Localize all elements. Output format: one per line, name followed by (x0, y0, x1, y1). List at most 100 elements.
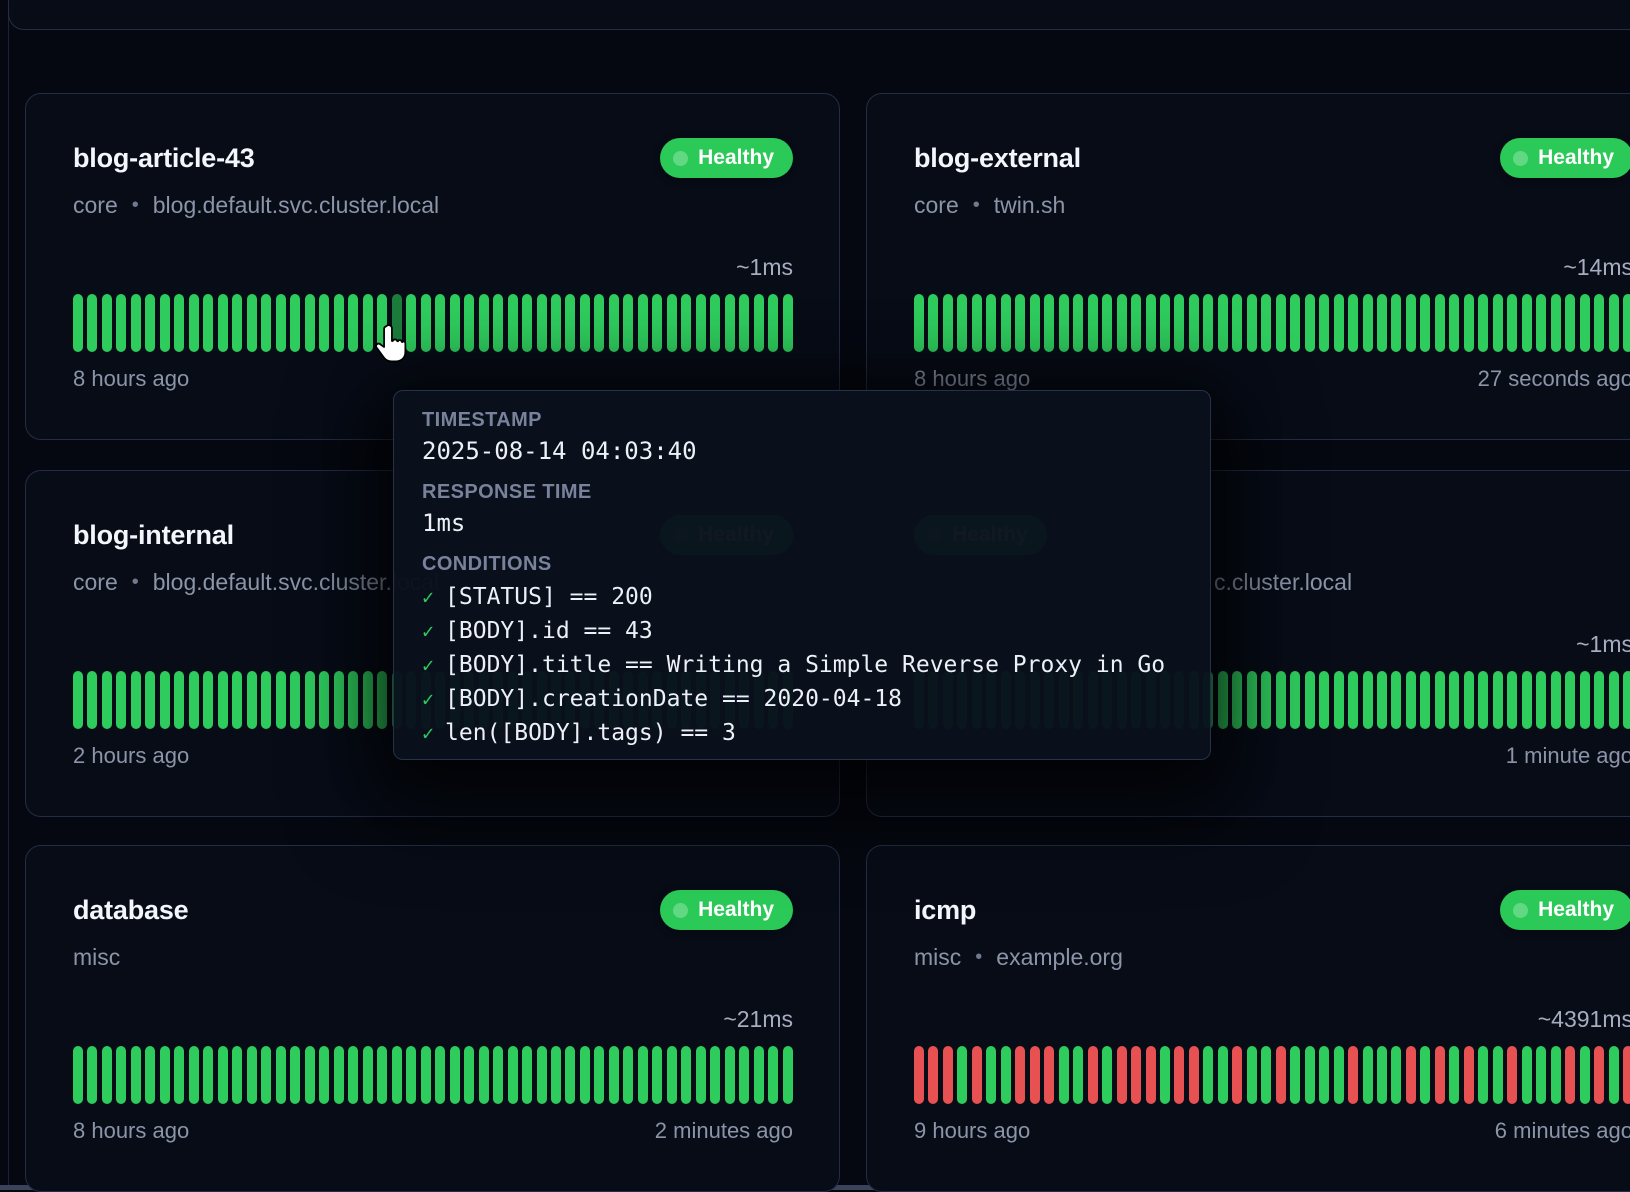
uptime-bar-success[interactable] (1609, 1046, 1619, 1104)
uptime-bar-success[interactable] (232, 1046, 242, 1104)
uptime-bar-success[interactable] (189, 671, 199, 729)
uptime-bar-success[interactable] (1247, 294, 1257, 352)
uptime-bar-success[interactable] (594, 294, 604, 352)
uptime-bar-success[interactable] (247, 294, 257, 352)
uptime-bar-success[interactable] (1377, 671, 1387, 729)
uptime-bar-success[interactable] (203, 294, 213, 352)
uptime-bar-success[interactable] (261, 294, 271, 352)
uptime-bar-success[interactable] (1580, 1046, 1590, 1104)
uptime-bar-success[interactable] (348, 1046, 358, 1104)
uptime-bar-success[interactable] (493, 294, 503, 352)
uptime-bar-success[interactable] (1478, 294, 1488, 352)
uptime-bar-success[interactable] (1551, 1046, 1561, 1104)
uptime-bar-success[interactable] (783, 1046, 793, 1104)
uptime-bar-success[interactable] (218, 294, 228, 352)
uptime-bar-failure[interactable] (1131, 1046, 1141, 1104)
uptime-bar-success[interactable] (290, 671, 300, 729)
uptime-bar-failure[interactable] (1406, 1046, 1416, 1104)
uptime-bar-success[interactable] (276, 671, 286, 729)
uptime-bar-success[interactable] (638, 1046, 648, 1104)
uptime-bar-success[interactable] (435, 294, 445, 352)
uptime-bar-failure[interactable] (1088, 1046, 1098, 1104)
uptime-bar-success[interactable] (1377, 1046, 1387, 1104)
uptime-bar-success[interactable] (1580, 294, 1590, 352)
uptime-bar-success[interactable] (537, 294, 547, 352)
uptime-bar-success[interactable] (232, 294, 242, 352)
uptime-bar-success[interactable] (667, 294, 677, 352)
uptime-bar-success[interactable] (623, 294, 633, 352)
uptime-bar-success[interactable] (928, 294, 938, 352)
endpoint-card[interactable]: database Healthy misc • ~21ms 8 hours ag… (25, 845, 840, 1192)
uptime-bar-success[interactable] (493, 1046, 503, 1104)
uptime-bar-failure[interactable] (1189, 1046, 1199, 1104)
uptime-bar-success[interactable] (522, 294, 532, 352)
uptime-bar-success[interactable] (972, 294, 982, 352)
uptime-bar-success[interactable] (1030, 294, 1040, 352)
uptime-bar-success[interactable] (276, 1046, 286, 1104)
uptime-bar-success[interactable] (1522, 671, 1532, 729)
uptime-bar-success[interactable] (1290, 294, 1300, 352)
uptime-bar-success[interactable] (87, 671, 97, 729)
uptime-bar-success[interactable] (319, 671, 329, 729)
uptime-bar-success[interactable] (116, 294, 126, 352)
uptime-bar-success[interactable] (1594, 294, 1604, 352)
uptime-bar-success[interactable] (305, 671, 315, 729)
uptime-bar-success[interactable] (754, 1046, 764, 1104)
uptime-bar-success[interactable] (1565, 294, 1575, 352)
uptime-bar-success[interactable] (1478, 1046, 1488, 1104)
uptime-bar-success[interactable] (1464, 294, 1474, 352)
uptime-bar-success[interactable] (1609, 671, 1619, 729)
uptime-bar-success[interactable] (696, 294, 706, 352)
uptime-bar-success[interactable] (116, 1046, 126, 1104)
uptime-bar-success[interactable] (1276, 294, 1286, 352)
uptime-bar-success[interactable] (73, 294, 83, 352)
uptime-bar-success[interactable] (131, 1046, 141, 1104)
uptime-bar-success[interactable] (1073, 1046, 1083, 1104)
uptime-bar-success[interactable] (1174, 294, 1184, 352)
uptime-bar-success[interactable] (1536, 294, 1546, 352)
uptime-bar-success[interactable] (1203, 1046, 1213, 1104)
uptime-bar-failure[interactable] (1232, 1046, 1242, 1104)
uptime-bar-success[interactable] (1536, 671, 1546, 729)
uptime-bar-success[interactable] (290, 1046, 300, 1104)
uptime-bar-success[interactable] (1001, 294, 1011, 352)
uptime-bar-success[interactable] (1363, 1046, 1373, 1104)
uptime-bar-failure[interactable] (1044, 1046, 1054, 1104)
uptime-bar-success[interactable] (1247, 1046, 1257, 1104)
uptime-bar-success[interactable] (464, 1046, 474, 1104)
uptime-bar-success[interactable] (261, 1046, 271, 1104)
uptime-bar-success[interactable] (609, 1046, 619, 1104)
uptime-bar-success[interactable] (1522, 294, 1532, 352)
uptime-bar-success[interactable] (1565, 671, 1575, 729)
uptime-bar-failure[interactable] (1594, 1046, 1604, 1104)
uptime-bar-success[interactable] (1160, 1046, 1170, 1104)
uptime-bar-success[interactable] (1305, 1046, 1315, 1104)
uptime-bar-success[interactable] (450, 1046, 460, 1104)
uptime-bar-success[interactable] (1073, 294, 1083, 352)
uptime-bar-success[interactable] (1449, 1046, 1459, 1104)
uptime-bar-success[interactable] (1088, 294, 1098, 352)
uptime-bar-success[interactable] (232, 671, 242, 729)
uptime-bar-success[interactable] (1391, 1046, 1401, 1104)
uptime-bar-success[interactable] (1203, 294, 1213, 352)
endpoint-card[interactable]: blog-article-43 Healthy core • blog.defa… (25, 93, 840, 440)
uptime-bar-success[interactable] (537, 1046, 547, 1104)
uptime-bar-success[interactable] (73, 1046, 83, 1104)
uptime-bar-failure[interactable] (1174, 1046, 1184, 1104)
uptime-bar-success[interactable] (363, 671, 373, 729)
uptime-bar-success[interactable] (1522, 1046, 1532, 1104)
uptime-bar-success[interactable] (1507, 294, 1517, 352)
uptime-bar-success[interactable] (247, 671, 257, 729)
uptime-bar-success[interactable] (1146, 294, 1156, 352)
uptime-bar-success[interactable] (261, 671, 271, 729)
uptime-bar-success[interactable] (1420, 294, 1430, 352)
uptime-bar-success[interactable] (87, 294, 97, 352)
uptime-bar-success[interactable] (73, 671, 83, 729)
uptime-bar-failure[interactable] (1623, 1046, 1630, 1104)
uptime-bar-success[interactable] (116, 671, 126, 729)
uptime-bar-success[interactable] (1493, 671, 1503, 729)
uptime-bar-success[interactable] (667, 1046, 677, 1104)
uptime-bar-success[interactable] (783, 294, 793, 352)
uptime-bar-success[interactable] (623, 1046, 633, 1104)
uptime-bar-success[interactable] (1420, 671, 1430, 729)
